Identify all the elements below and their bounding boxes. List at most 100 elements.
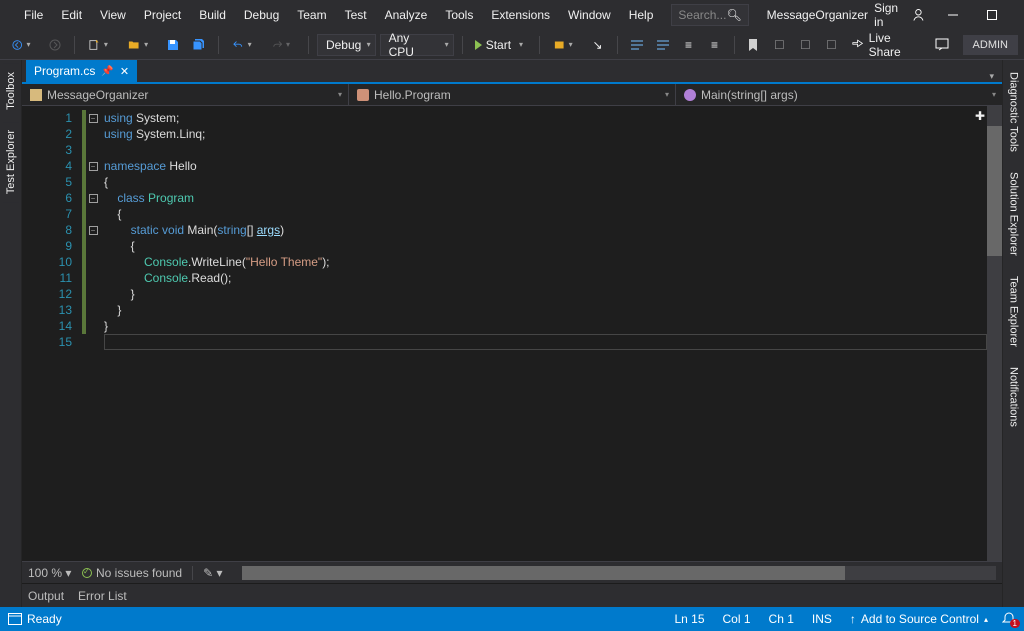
project-icon	[30, 89, 42, 101]
horizontal-scrollbar[interactable]	[242, 566, 996, 580]
code-editor[interactable]: 123456789101112131415 − − − − ✚ using Sy…	[22, 106, 1002, 561]
toolbar-dim-2[interactable]: ☐	[794, 34, 816, 56]
title-bar: File Edit View Project Build Debug Team …	[0, 0, 1024, 30]
save-all-button[interactable]	[188, 34, 210, 56]
nav-back-button[interactable]	[6, 34, 40, 56]
status-bar: Ready Ln 15 Col 1 Ch 1 INS ↑Add to Sourc…	[0, 607, 1024, 631]
menu-help[interactable]: Help	[621, 4, 662, 26]
step-button[interactable]: ↘	[587, 34, 609, 56]
fold-icon[interactable]: −	[89, 114, 98, 123]
open-file-button[interactable]	[122, 34, 158, 56]
fold-icon[interactable]: −	[89, 194, 98, 203]
side-tab-toolbox[interactable]: Toolbox	[3, 64, 19, 118]
tabs-overflow-button[interactable]: ▾	[981, 71, 1002, 82]
status-line[interactable]: Ln 15	[674, 612, 704, 626]
outline-margin[interactable]: − − − −	[86, 106, 100, 561]
side-tab-notifications[interactable]: Notifications	[1006, 359, 1022, 435]
status-ready: Ready	[8, 612, 62, 626]
doc-tab-program[interactable]: Program.cs 📌 ✕	[26, 60, 137, 82]
main-area: Toolbox Test Explorer Program.cs 📌 ✕ ▾ M…	[0, 60, 1024, 607]
bottom-tool-tabs: Output Error List	[22, 583, 1002, 607]
platform-combo[interactable]: Any CPU	[380, 34, 454, 56]
menu-extensions[interactable]: Extensions	[483, 4, 558, 26]
maximize-button[interactable]	[976, 0, 1009, 30]
source-control-button[interactable]: ↑Add to Source Control▴	[850, 612, 988, 626]
menu-test[interactable]: Test	[337, 4, 375, 26]
check-icon	[82, 568, 92, 578]
doc-tab-label: Program.cs	[34, 64, 95, 78]
menu-project[interactable]: Project	[136, 4, 189, 26]
menu-analyze[interactable]: Analyze	[377, 4, 436, 26]
nav-class[interactable]: Hello.Program	[349, 84, 676, 105]
menu-team[interactable]: Team	[289, 4, 334, 26]
search-placeholder: Search...	[678, 8, 726, 22]
close-button[interactable]	[1015, 0, 1024, 30]
liveshare-button[interactable]: Live Share	[846, 31, 920, 59]
vertical-scrollbar[interactable]	[987, 106, 1002, 561]
fold-icon[interactable]: −	[89, 226, 98, 235]
status-ins[interactable]: INS	[812, 612, 832, 626]
toolbar-dim-1[interactable]: ☐	[768, 34, 790, 56]
menu-window[interactable]: Window	[560, 4, 619, 26]
line-gutter: 123456789101112131415	[22, 106, 82, 561]
fold-icon[interactable]: −	[89, 162, 98, 171]
search-input[interactable]: Search... 🔍︎	[671, 4, 748, 26]
scrollbar-thumb[interactable]	[242, 566, 845, 580]
tab-error-list[interactable]: Error List	[78, 585, 127, 607]
toolbar-dim-3[interactable]: ☐	[820, 34, 842, 56]
doc-tab-close-icon[interactable]: ✕	[120, 65, 129, 78]
minimize-button[interactable]	[937, 0, 970, 30]
liveshare-label: Live Share	[869, 31, 915, 59]
menu-file[interactable]: File	[16, 4, 51, 26]
nav-scope[interactable]: MessageOrganizer	[22, 84, 349, 105]
window-icon	[8, 613, 22, 625]
save-button[interactable]	[162, 34, 184, 56]
nav-member[interactable]: Main(string[] args)	[676, 84, 1002, 105]
comment-button[interactable]	[626, 34, 648, 56]
outdent-button[interactable]: ≡	[704, 34, 726, 56]
redo-button[interactable]	[266, 34, 300, 56]
left-tool-strip: Toolbox Test Explorer	[0, 60, 22, 607]
undo-button[interactable]	[227, 34, 261, 56]
signin-label: Sign in	[874, 1, 908, 29]
indent-button[interactable]: ≡	[678, 34, 700, 56]
liveshare-icon	[852, 38, 863, 52]
uncomment-button[interactable]	[652, 34, 674, 56]
main-menu: File Edit View Project Build Debug Team …	[16, 4, 661, 26]
breakpoints-button[interactable]	[548, 34, 582, 56]
start-button[interactable]: Start	[471, 34, 532, 56]
search-icon: 🔍︎	[726, 8, 741, 22]
status-col[interactable]: Col 1	[723, 612, 751, 626]
notification-count: 1	[1010, 619, 1020, 628]
status-ch[interactable]: Ch 1	[769, 612, 794, 626]
issues-indicator[interactable]: No issues found	[82, 566, 182, 580]
bookmark-button[interactable]	[742, 34, 764, 56]
edit-mode-button[interactable]: ✎ ▾	[203, 566, 222, 580]
signin-button[interactable]: Sign in	[868, 0, 930, 33]
editor-footer: 100 % ▾ No issues found ✎ ▾	[22, 561, 1002, 583]
play-icon	[475, 40, 482, 50]
menu-debug[interactable]: Debug	[236, 4, 287, 26]
menu-build[interactable]: Build	[191, 4, 234, 26]
start-label: Start	[486, 38, 511, 52]
pin-icon[interactable]: 📌	[101, 66, 113, 77]
side-tab-test-explorer[interactable]: Test Explorer	[3, 122, 19, 202]
side-tab-diagnostic[interactable]: Diagnostic Tools	[1006, 64, 1022, 160]
right-tool-strip: Diagnostic Tools Solution Explorer Team …	[1002, 60, 1024, 607]
editor-area: Program.cs 📌 ✕ ▾ MessageOrganizer Hello.…	[22, 60, 1002, 607]
tab-output[interactable]: Output	[28, 585, 64, 607]
code-text[interactable]: ✚ using System; using System.Linq; names…	[100, 106, 987, 561]
scrollbar-thumb[interactable]	[987, 126, 1002, 256]
menu-view[interactable]: View	[92, 4, 134, 26]
nav-forward-button[interactable]	[44, 34, 66, 56]
zoom-combo[interactable]: 100 % ▾	[28, 566, 72, 580]
notifications-button[interactable]: 1	[1002, 612, 1016, 626]
side-tab-team-explorer[interactable]: Team Explorer	[1006, 268, 1022, 355]
side-tab-solution-explorer[interactable]: Solution Explorer	[1006, 164, 1022, 264]
menu-tools[interactable]: Tools	[437, 4, 481, 26]
config-combo[interactable]: Debug	[317, 34, 376, 56]
add-split-button[interactable]: ✚	[975, 108, 985, 124]
menu-edit[interactable]: Edit	[53, 4, 90, 26]
feedback-button[interactable]	[931, 34, 953, 56]
new-item-button[interactable]	[83, 34, 117, 56]
